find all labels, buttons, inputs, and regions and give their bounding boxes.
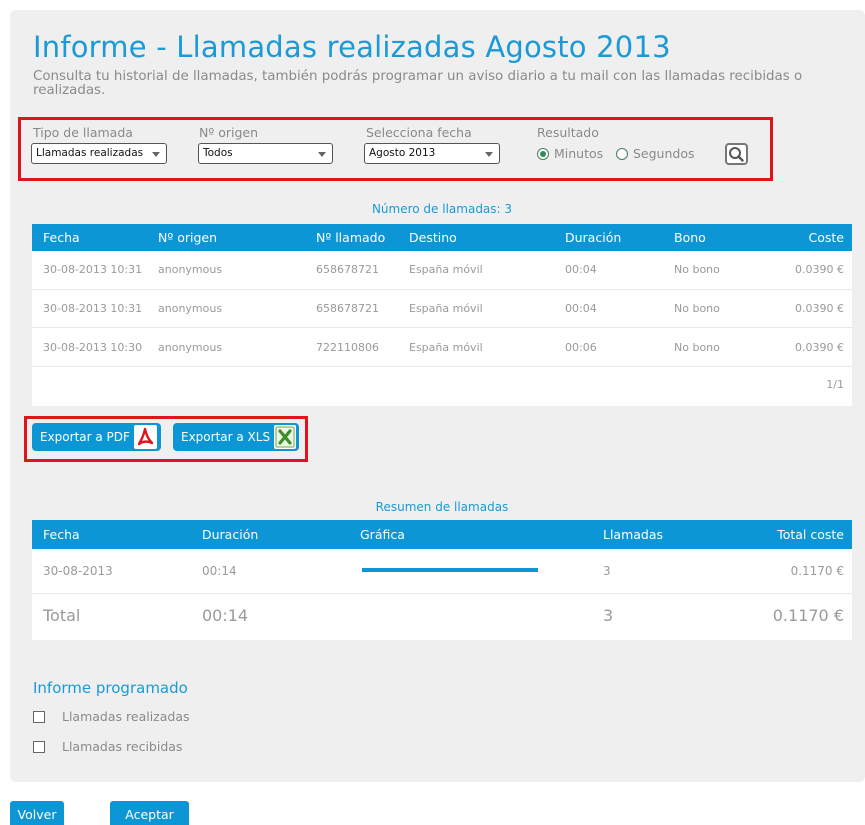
cell-fecha: 30-08-2013 10:30 [43, 341, 143, 354]
resultado-label: Resultado [537, 125, 599, 140]
calls-table-header: Fecha Nº origen Nº llamado Destino Durac… [32, 224, 852, 251]
checkbox-realizadas-label: Llamadas realizadas [62, 709, 190, 724]
cell-coste: 0.0390 € [795, 302, 844, 315]
col-bono: Bono [674, 230, 706, 245]
calls-table: Fecha Nº origen Nº llamado Destino Durac… [32, 224, 852, 406]
total-coste: 0.1170 € [772, 606, 844, 625]
total-duracion: 00:14 [202, 606, 249, 625]
radio-minutos[interactable] [537, 148, 549, 160]
cell-bono: No bono [674, 263, 720, 276]
radio-segundos-label: Segundos [633, 146, 695, 161]
col-duracion: Duración [202, 527, 259, 542]
cell-bono: No bono [674, 302, 720, 315]
col-grafica: Gráfica [360, 527, 405, 542]
cell-llamado: 658678721 [316, 263, 379, 276]
cell-bono: No bono [674, 341, 720, 354]
summary-coste: 0.1170 € [790, 564, 844, 578]
aceptar-label: Aceptar [125, 807, 174, 822]
export-xls-button[interactable]: Exportar a XLS [173, 423, 299, 451]
pdf-icon [134, 425, 157, 449]
table-row: 30-08-2013 10:31 anonymous 658678721 Esp… [32, 290, 852, 327]
export-xls-label: Exportar a XLS [181, 430, 271, 444]
col-duracion: Duración [565, 230, 622, 245]
summary-duracion: 00:14 [202, 564, 237, 578]
page-subtitle: Consulta tu historial de llamadas, tambi… [33, 69, 803, 98]
table-row: 30-08-2013 10:30 anonymous 722110806 Esp… [32, 328, 852, 366]
volver-label: Volver [17, 807, 57, 822]
cell-llamado: 658678721 [316, 302, 379, 315]
aceptar-button[interactable]: Aceptar [110, 801, 189, 825]
cell-coste: 0.0390 € [795, 341, 844, 354]
scheduled-title: Informe programado [33, 679, 188, 697]
col-origen: Nº origen [158, 230, 218, 245]
cell-duracion: 00:06 [565, 341, 597, 354]
summary-llamadas: 3 [603, 564, 611, 578]
tipo-llamada-select[interactable]: Llamadas realizadas [31, 143, 167, 164]
total-label: Total [43, 606, 81, 625]
radio-segundos[interactable] [616, 148, 628, 160]
summary-table: Fecha Duración Gráfica Llamadas Total co… [32, 520, 852, 640]
chevron-down-icon [485, 152, 493, 157]
cell-fecha: 30-08-2013 10:31 [43, 263, 143, 276]
export-pdf-button[interactable]: Exportar a PDF [32, 423, 161, 451]
radio-minutos-label: Minutos [554, 146, 604, 161]
fecha-label: Selecciona fecha [366, 125, 472, 140]
col-fecha: Fecha [43, 230, 80, 245]
cell-destino: España móvil [409, 263, 483, 276]
summary-total-row: Total 00:14 3 0.1170 € [32, 594, 852, 640]
origen-label: Nº origen [199, 125, 259, 140]
fecha-value: Agosto 2013 [369, 147, 436, 159]
col-total-coste: Total coste [777, 527, 844, 542]
col-llamado: Nº llamado [316, 230, 386, 245]
cell-llamado: 722110806 [316, 341, 379, 354]
summary-row: 30-08-2013 00:14 3 0.1170 € [32, 549, 852, 593]
cell-fecha: 30-08-2013 10:31 [43, 302, 143, 315]
tipo-llamada-label: Tipo de llamada [33, 125, 133, 140]
checkbox-llamadas-recibidas[interactable] [33, 741, 45, 753]
table-row: 30-08-2013 10:31 anonymous 658678721 Esp… [32, 251, 852, 289]
cell-destino: España móvil [409, 302, 483, 315]
export-pdf-label: Exportar a PDF [40, 430, 130, 444]
cell-duracion: 00:04 [565, 302, 597, 315]
origen-value: Todos [203, 147, 233, 159]
col-coste: Coste [808, 230, 844, 245]
summary-table-header: Fecha Duración Gráfica Llamadas Total co… [32, 520, 852, 549]
page-title: Informe - Llamadas realizadas Agosto 201… [33, 30, 671, 64]
cell-origen: anonymous [158, 302, 223, 315]
tipo-llamada-value: Llamadas realizadas [36, 147, 144, 159]
cell-destino: España móvil [409, 341, 483, 354]
calls-count: Número de llamadas: 3 [371, 202, 513, 216]
checkbox-recibidas-label: Llamadas recibidas [62, 739, 183, 754]
origen-select[interactable]: Todos [198, 143, 333, 164]
summary-bar [362, 568, 538, 572]
search-button[interactable] [725, 143, 748, 165]
cell-coste: 0.0390 € [795, 263, 844, 276]
pagination[interactable]: 1/1 [826, 378, 844, 391]
chevron-down-icon [318, 152, 326, 157]
chevron-down-icon [152, 152, 160, 157]
cell-duracion: 00:04 [565, 263, 597, 276]
search-icon [729, 147, 744, 162]
summary-bar-track [362, 568, 538, 572]
col-fecha: Fecha [43, 527, 80, 542]
checkbox-llamadas-realizadas[interactable] [33, 711, 45, 723]
col-destino: Destino [409, 230, 457, 245]
cell-origen: anonymous [158, 263, 223, 276]
summary-caption: Resumen de llamadas [375, 500, 509, 514]
row-divider [32, 366, 852, 367]
excel-icon [274, 425, 296, 449]
total-llamadas: 3 [603, 606, 614, 625]
cell-origen: anonymous [158, 341, 223, 354]
col-llamadas: Llamadas [603, 527, 664, 542]
summary-fecha: 30-08-2013 [43, 564, 113, 578]
volver-button[interactable]: Volver [10, 801, 64, 825]
fecha-select[interactable]: Agosto 2013 [364, 143, 500, 164]
